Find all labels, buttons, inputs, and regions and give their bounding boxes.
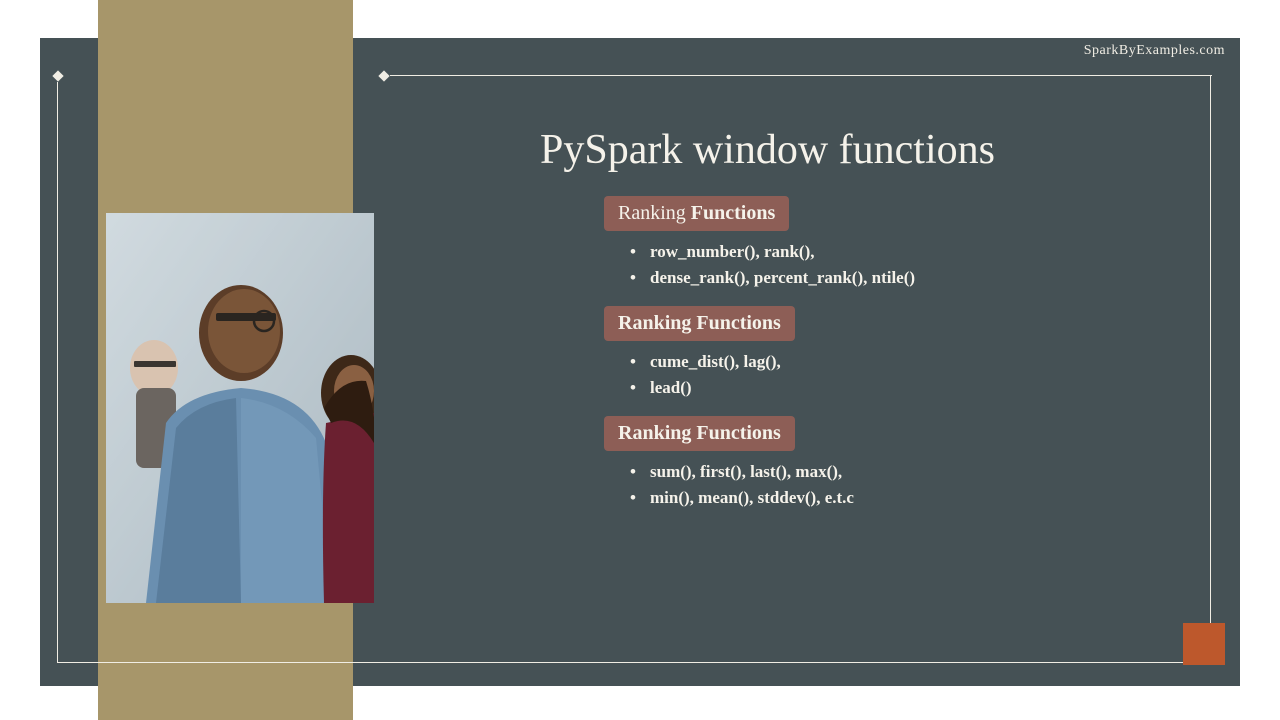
accent-square [1183,623,1225,665]
content-area: Ranking Functions row_number(), rank(), … [604,196,915,526]
list-item: dense_rank(), percent_rank(), ntile() [630,265,915,291]
section-3: Ranking Functions sum(), first(), last()… [604,416,915,510]
border-line-right [1210,76,1211,662]
section-1-list: row_number(), rank(), dense_rank(), perc… [630,239,915,290]
list-item: lead() [630,375,915,401]
section-2: Ranking Functions cume_dist(), lag(), le… [604,306,915,400]
section-2-list: cume_dist(), lag(), lead() [630,349,915,400]
header-site-label: SparkByExamples.com [1084,43,1225,59]
border-line-left [57,82,58,662]
section-1-heading: Ranking Functions [604,196,789,231]
slide-title: PySpark window functions [540,126,995,174]
section-3-list: sum(), first(), last(), max(), min(), me… [630,459,915,510]
border-line-bottom [57,662,1211,663]
list-item: cume_dist(), lag(), [630,349,915,375]
list-item: sum(), first(), last(), max(), [630,459,915,485]
section-1: Ranking Functions row_number(), rank(), … [604,196,915,290]
section-2-heading: Ranking Functions [604,306,795,341]
list-item: min(), mean(), stddev(), e.t.c [630,485,915,511]
border-line-top [390,75,1212,76]
decorative-photo [106,213,374,603]
section-3-heading: Ranking Functions [604,416,795,451]
list-item: row_number(), rank(), [630,239,915,265]
